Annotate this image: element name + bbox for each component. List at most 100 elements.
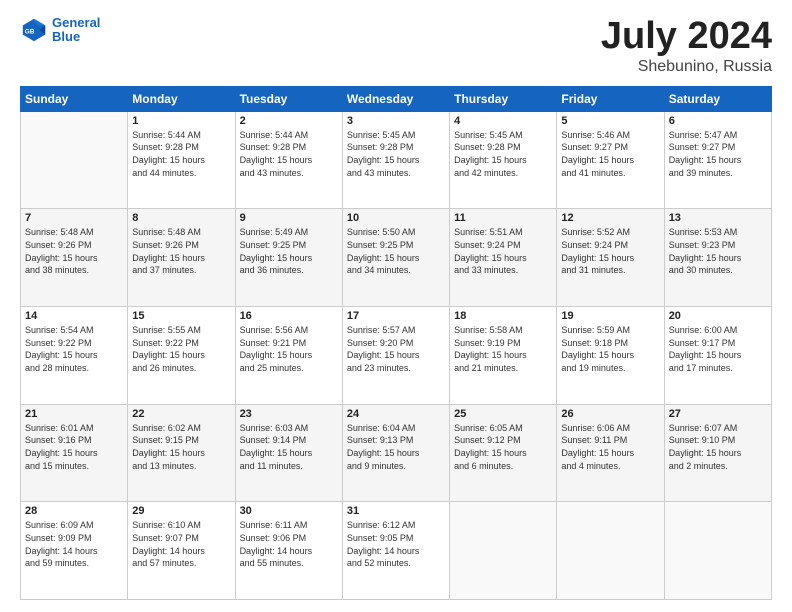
day-number: 14: [25, 310, 123, 322]
day-info: Sunrise: 5:56 AM Sunset: 9:21 PM Dayligh…: [240, 324, 338, 374]
table-row: 22 Sunrise: 6:02 AM Sunset: 9:15 PM Dayli…: [128, 404, 235, 502]
table-row: 10Sunrise: 5:50 AM Sunset: 9:25 PM Dayli…: [342, 209, 449, 307]
day-info: Sunrise: 6:12 AM Sunset: 9:05 PM Dayligh…: [347, 519, 445, 569]
day-info: Sunrise: 6:09 AM Sunset: 9:09 PM Dayligh…: [25, 519, 123, 569]
table-row: 16 Sunrise: 5:56 AM Sunset: 9:21 PM Dayli…: [235, 307, 342, 405]
day-number: 30: [240, 505, 338, 517]
table-row: 13Sunrise: 5:53 AM Sunset: 9:23 PM Dayli…: [664, 209, 771, 307]
table-row: 31 Sunrise: 6:12 AM Sunset: 9:05 PM Dayli…: [342, 502, 449, 600]
table-row: 26Sunrise: 6:06 AM Sunset: 9:11 PM Dayli…: [557, 404, 664, 502]
day-number: 29: [132, 505, 230, 517]
day-info: Sunrise: 5:51 AM Sunset: 9:24 PM Dayligh…: [454, 226, 552, 276]
calendar-week-row: 1 Sunrise: 5:44 AM Sunset: 9:28 PM Daylig…: [21, 111, 772, 209]
day-number: 13: [669, 212, 767, 224]
day-number: 16: [240, 310, 338, 322]
day-info: Sunrise: 5:58 AM Sunset: 9:19 PM Dayligh…: [454, 324, 552, 374]
day-info: Sunrise: 5:47 AM Sunset: 9:27 PM Dayligh…: [669, 129, 767, 179]
table-row: 12 Sunrise: 5:52 AM Sunset: 9:24 PM Dayli…: [557, 209, 664, 307]
col-tuesday: Tuesday: [235, 86, 342, 111]
day-info: Sunrise: 5:48 AM Sunset: 9:26 PM Dayligh…: [25, 226, 123, 276]
page: GB General Blue July 2024 Shebunino, Rus…: [0, 0, 792, 612]
table-row: 21 Sunrise: 6:01 AM Sunset: 9:16 PM Dayli…: [21, 404, 128, 502]
calendar-week-row: 28 Sunrise: 6:09 AM Sunset: 9:09 PM Dayli…: [21, 502, 772, 600]
table-row: 25 Sunrise: 6:05 AM Sunset: 9:12 PM Dayli…: [450, 404, 557, 502]
col-sunday: Sunday: [21, 86, 128, 111]
day-number: 2: [240, 115, 338, 127]
table-row: 6Sunrise: 5:47 AM Sunset: 9:27 PM Daylig…: [664, 111, 771, 209]
day-info: Sunrise: 6:02 AM Sunset: 9:15 PM Dayligh…: [132, 422, 230, 472]
day-number: 17: [347, 310, 445, 322]
table-row: [450, 502, 557, 600]
calendar-week-row: 14 Sunrise: 5:54 AM Sunset: 9:22 PM Dayli…: [21, 307, 772, 405]
day-number: 20: [669, 310, 767, 322]
table-row: 4 Sunrise: 5:45 AM Sunset: 9:28 PM Daylig…: [450, 111, 557, 209]
day-number: 27: [669, 408, 767, 420]
subtitle: Shebunino, Russia: [601, 58, 772, 76]
day-number: 7: [25, 212, 123, 224]
day-number: 21: [25, 408, 123, 420]
day-info: Sunrise: 6:00 AM Sunset: 9:17 PM Dayligh…: [669, 324, 767, 374]
day-number: 3: [347, 115, 445, 127]
table-row: 7 Sunrise: 5:48 AM Sunset: 9:26 PM Daylig…: [21, 209, 128, 307]
table-row: 23 Sunrise: 6:03 AM Sunset: 9:14 PM Dayli…: [235, 404, 342, 502]
calendar-week-row: 7 Sunrise: 5:48 AM Sunset: 9:26 PM Daylig…: [21, 209, 772, 307]
day-info: Sunrise: 5:45 AM Sunset: 9:28 PM Dayligh…: [454, 129, 552, 179]
day-info: Sunrise: 6:05 AM Sunset: 9:12 PM Dayligh…: [454, 422, 552, 472]
day-number: 25: [454, 408, 552, 420]
svg-text:GB: GB: [25, 29, 35, 36]
day-info: Sunrise: 5:44 AM Sunset: 9:28 PM Dayligh…: [132, 129, 230, 179]
col-thursday: Thursday: [450, 86, 557, 111]
logo-icon: GB: [20, 16, 48, 44]
day-info: Sunrise: 6:11 AM Sunset: 9:06 PM Dayligh…: [240, 519, 338, 569]
day-number: 8: [132, 212, 230, 224]
day-info: Sunrise: 6:01 AM Sunset: 9:16 PM Dayligh…: [25, 422, 123, 472]
day-info: Sunrise: 5:54 AM Sunset: 9:22 PM Dayligh…: [25, 324, 123, 374]
table-row: 2Sunrise: 5:44 AM Sunset: 9:28 PM Daylig…: [235, 111, 342, 209]
table-row: 8 Sunrise: 5:48 AM Sunset: 9:26 PM Daylig…: [128, 209, 235, 307]
day-number: 31: [347, 505, 445, 517]
day-info: Sunrise: 5:52 AM Sunset: 9:24 PM Dayligh…: [561, 226, 659, 276]
table-row: 1 Sunrise: 5:44 AM Sunset: 9:28 PM Daylig…: [128, 111, 235, 209]
table-row: 11Sunrise: 5:51 AM Sunset: 9:24 PM Dayli…: [450, 209, 557, 307]
header: GB General Blue July 2024 Shebunino, Rus…: [20, 16, 772, 76]
table-row: 17 Sunrise: 5:57 AM Sunset: 9:20 PM Dayli…: [342, 307, 449, 405]
day-number: 23: [240, 408, 338, 420]
table-row: 3Sunrise: 5:45 AM Sunset: 9:28 PM Daylig…: [342, 111, 449, 209]
day-number: 24: [347, 408, 445, 420]
day-info: Sunrise: 6:07 AM Sunset: 9:10 PM Dayligh…: [669, 422, 767, 472]
day-info: Sunrise: 5:59 AM Sunset: 9:18 PM Dayligh…: [561, 324, 659, 374]
day-number: 22: [132, 408, 230, 420]
day-info: Sunrise: 5:48 AM Sunset: 9:26 PM Dayligh…: [132, 226, 230, 276]
calendar-week-row: 21 Sunrise: 6:01 AM Sunset: 9:16 PM Dayli…: [21, 404, 772, 502]
table-row: [557, 502, 664, 600]
table-row: 28 Sunrise: 6:09 AM Sunset: 9:09 PM Dayli…: [21, 502, 128, 600]
title-block: July 2024 Shebunino, Russia: [601, 16, 772, 76]
table-row: 27 Sunrise: 6:07 AM Sunset: 9:10 PM Dayli…: [664, 404, 771, 502]
day-number: 9: [240, 212, 338, 224]
day-info: Sunrise: 6:03 AM Sunset: 9:14 PM Dayligh…: [240, 422, 338, 472]
day-number: 28: [25, 505, 123, 517]
table-row: 15Sunrise: 5:55 AM Sunset: 9:22 PM Dayli…: [128, 307, 235, 405]
table-row: 20 Sunrise: 6:00 AM Sunset: 9:17 PM Dayli…: [664, 307, 771, 405]
table-row: 30 Sunrise: 6:11 AM Sunset: 9:06 PM Dayli…: [235, 502, 342, 600]
day-number: 4: [454, 115, 552, 127]
table-row: 18Sunrise: 5:58 AM Sunset: 9:19 PM Dayli…: [450, 307, 557, 405]
col-monday: Monday: [128, 86, 235, 111]
day-info: Sunrise: 5:50 AM Sunset: 9:25 PM Dayligh…: [347, 226, 445, 276]
table-row: 19 Sunrise: 5:59 AM Sunset: 9:18 PM Dayli…: [557, 307, 664, 405]
table-row: 5Sunrise: 5:46 AM Sunset: 9:27 PM Daylig…: [557, 111, 664, 209]
table-row: 29 Sunrise: 6:10 AM Sunset: 9:07 PM Dayli…: [128, 502, 235, 600]
table-row: [21, 111, 128, 209]
day-info: Sunrise: 5:57 AM Sunset: 9:20 PM Dayligh…: [347, 324, 445, 374]
day-number: 15: [132, 310, 230, 322]
main-title: July 2024: [601, 16, 772, 58]
col-friday: Friday: [557, 86, 664, 111]
table-row: 9 Sunrise: 5:49 AM Sunset: 9:25 PM Daylig…: [235, 209, 342, 307]
day-info: Sunrise: 6:10 AM Sunset: 9:07 PM Dayligh…: [132, 519, 230, 569]
day-info: Sunrise: 5:49 AM Sunset: 9:25 PM Dayligh…: [240, 226, 338, 276]
day-number: 19: [561, 310, 659, 322]
day-number: 5: [561, 115, 659, 127]
day-number: 12: [561, 212, 659, 224]
table-row: 24Sunrise: 6:04 AM Sunset: 9:13 PM Dayli…: [342, 404, 449, 502]
day-number: 1: [132, 115, 230, 127]
